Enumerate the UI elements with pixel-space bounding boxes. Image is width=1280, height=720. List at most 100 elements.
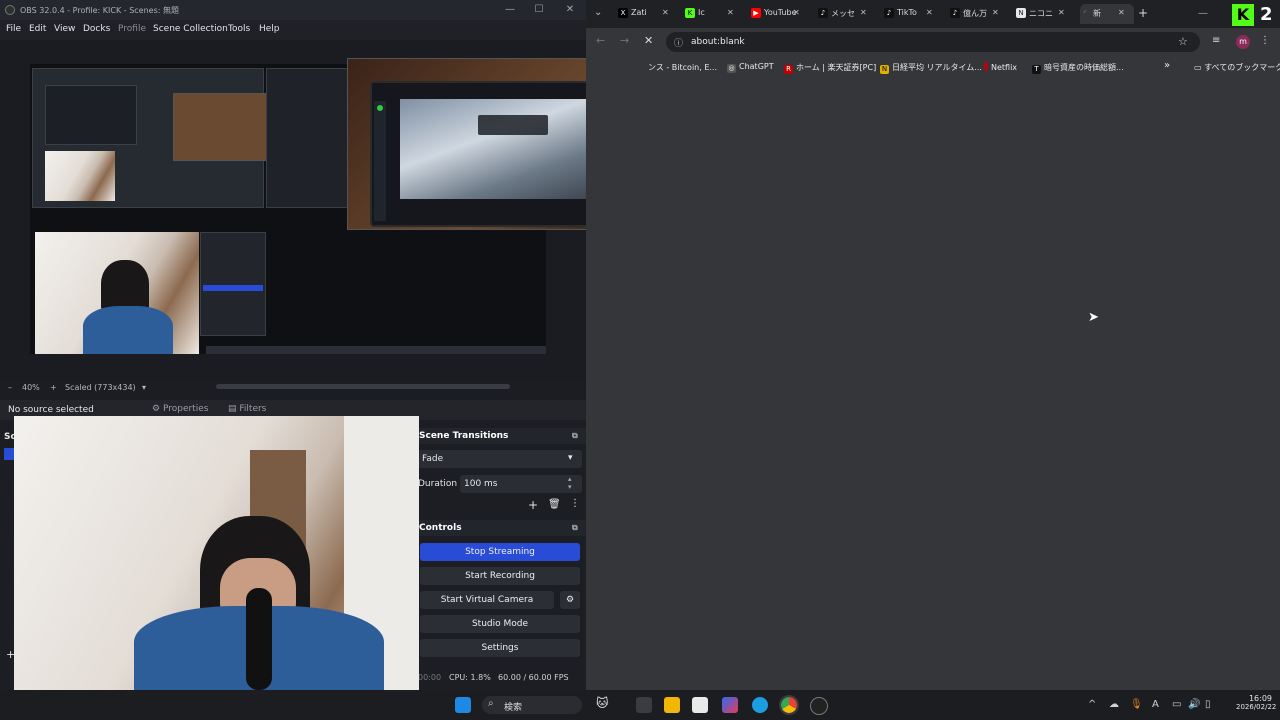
fps-readout: 60.00 / 60.00 FPS — [498, 673, 569, 682]
profile-avatar[interactable]: m — [1236, 35, 1250, 49]
stop-streaming-button[interactable]: Stop Streaming — [420, 543, 580, 561]
microphone-icon — [246, 588, 272, 690]
properties-button[interactable]: ⚙ Properties — [152, 404, 208, 414]
info-icon[interactable]: ⓘ — [674, 36, 683, 49]
kick-icon: K — [685, 8, 695, 18]
battery-icon[interactable]: ▯ — [1205, 699, 1211, 710]
close-tab-icon[interactable]: ✕ — [1058, 8, 1065, 17]
more-options-icon[interactable]: ⋮ — [570, 498, 580, 509]
address-bar[interactable]: ⓘ about:blank ☆ — [666, 32, 1200, 52]
menu-profile[interactable]: Profile — [118, 24, 146, 34]
controls-header: Controls ⧉ — [418, 520, 586, 536]
duration-label: Duration — [418, 479, 458, 489]
bookmark-item[interactable]: R ホーム | 楽天証券[PC] — [784, 62, 876, 74]
clock-time: 16:09 — [1248, 694, 1272, 703]
menu-file[interactable]: File — [6, 24, 21, 34]
tab-4[interactable]: ♪ メッセ ✕ — [818, 4, 878, 24]
tab-search-icon[interactable]: ⌄ — [594, 7, 602, 18]
minimize-button[interactable]: — — [503, 3, 517, 17]
tab-7[interactable]: N ニコニ ✕ — [1016, 4, 1076, 24]
close-tab-icon[interactable]: ✕ — [662, 8, 669, 17]
back-arrow-icon[interactable]: ← — [596, 34, 605, 47]
menu-view[interactable]: View — [54, 24, 75, 34]
bookmark-item[interactable]: ◎ ChatGPT — [727, 62, 774, 73]
clock[interactable]: 16:09 2026/02/22 — [1236, 694, 1276, 711]
menu-help[interactable]: Help — [259, 24, 280, 34]
bookmark-star-icon[interactable]: ☆ — [1178, 35, 1188, 48]
preview-scrollbar[interactable] — [216, 384, 510, 389]
url-text[interactable]: about:blank — [691, 37, 745, 47]
forward-arrow-icon[interactable]: → — [620, 34, 629, 47]
start-virtual-camera-button[interactable]: Start Virtual Camera — [420, 591, 554, 609]
folder-icon: ▭ — [1194, 63, 1205, 72]
tab-5[interactable]: ♪ TikTo ✕ — [884, 4, 944, 24]
chevron-down-icon[interactable]: ▾ — [142, 383, 146, 392]
more-bookmarks-button[interactable]: » — [1164, 60, 1170, 71]
zoom-in-button[interactable]: + — [50, 383, 57, 392]
taskbar-search[interactable]: ⌕ 検索 🐱 — [482, 696, 609, 714]
properties-label: Properties — [162, 404, 209, 414]
undock-icon[interactable]: ⧉ — [572, 523, 578, 533]
overlay-digit: 2 — [1260, 4, 1273, 25]
edge-icon[interactable] — [752, 697, 768, 713]
chrome-icon[interactable] — [779, 695, 799, 715]
menu-docks[interactable]: Docks — [83, 24, 110, 34]
page-content[interactable]: ➤ — [586, 78, 1280, 690]
volume-icon[interactable]: 🔊 — [1188, 699, 1200, 710]
media-controls-icon[interactable]: ≡ — [1212, 35, 1220, 46]
tiktok-icon: ♪ — [950, 8, 960, 18]
virtual-camera-settings-icon[interactable]: ⚙ — [560, 591, 580, 609]
niconico-icon: N — [1016, 8, 1026, 18]
spin-arrows-icon[interactable]: ▴ ▾ — [568, 475, 572, 491]
file-explorer-icon[interactable] — [664, 697, 680, 713]
studio-mode-button[interactable]: Studio Mode — [420, 615, 580, 633]
close-tab-icon[interactable]: ✕ — [1118, 8, 1125, 17]
copilot-icon[interactable] — [722, 697, 738, 713]
close-tab-icon[interactable]: ✕ — [727, 8, 734, 17]
bookmark-item[interactable]: N 日経平均 リアルタイム... — [880, 62, 982, 74]
tab-6[interactable]: ♪ 億ん万 ✕ — [950, 4, 1010, 24]
transition-select[interactable]: Fade ▾ — [418, 450, 582, 468]
add-transition-button[interactable]: + — [528, 498, 538, 512]
close-button[interactable]: ✕ — [563, 3, 577, 17]
tab-3[interactable]: ▶ YouTube ✕ — [751, 4, 811, 24]
close-tab-icon[interactable]: ✕ — [793, 8, 800, 17]
close-tab-icon[interactable]: ✕ — [992, 8, 999, 17]
trash-icon[interactable]: 🗑 — [548, 499, 561, 510]
scene-item-selected[interactable] — [4, 448, 14, 460]
close-tab-icon[interactable]: ✕ — [926, 8, 933, 17]
bookmark-label: Netflix — [991, 63, 1018, 72]
bookmark-item[interactable]: Netflix — [984, 62, 1017, 72]
network-icon[interactable]: ▭ — [1172, 699, 1181, 710]
tab-2[interactable]: K Ic ✕ — [685, 4, 745, 24]
tab-active[interactable]: ◜ 新 ✕ — [1080, 4, 1134, 24]
windows-start-icon[interactable] — [455, 697, 471, 713]
undock-icon[interactable]: ⧉ — [572, 431, 578, 441]
maximize-button[interactable]: ☐ — [532, 3, 546, 17]
ime-indicator[interactable]: A — [1152, 699, 1159, 710]
bookmark-item[interactable]: T 暗号資産の時価総額... — [1032, 62, 1124, 74]
settings-button[interactable]: Settings — [420, 639, 580, 657]
chrome-menu-icon[interactable]: ⋮ — [1260, 35, 1270, 46]
tray-chevron-icon[interactable]: ^ — [1088, 699, 1096, 710]
duration-spinbox[interactable]: 100 ms ▴ ▾ — [460, 475, 582, 493]
filters-button[interactable]: ▤ Filters — [228, 404, 266, 414]
start-recording-button[interactable]: Start Recording — [420, 567, 580, 585]
close-tab-icon[interactable]: ✕ — [860, 8, 867, 17]
bookmark-item[interactable]: ンス - Bitcoin, E... — [648, 62, 717, 73]
menu-edit[interactable]: Edit — [29, 24, 46, 34]
task-view-icon[interactable] — [636, 697, 652, 713]
all-bookmarks-button[interactable]: ▭ すべてのブックマーク — [1194, 62, 1280, 73]
mic-tray-icon[interactable]: 🎙 — [1130, 699, 1143, 710]
zoom-out-button[interactable]: – — [8, 383, 12, 392]
stop-loading-icon[interactable]: ✕ — [644, 34, 653, 47]
chrome-minimize-button[interactable]: — — [1196, 7, 1210, 21]
loading-icon: ◜ — [1083, 9, 1087, 17]
onedrive-icon[interactable]: ☁ — [1109, 699, 1119, 710]
obs-taskbar-icon[interactable] — [810, 697, 828, 715]
store-icon[interactable] — [692, 697, 708, 713]
tab-1[interactable]: X Zati ✕ — [618, 4, 682, 24]
menu-tools[interactable]: Tools — [228, 24, 250, 34]
new-tab-button[interactable]: + — [1138, 6, 1148, 20]
menu-scene-collection[interactable]: Scene Collection — [153, 24, 228, 34]
